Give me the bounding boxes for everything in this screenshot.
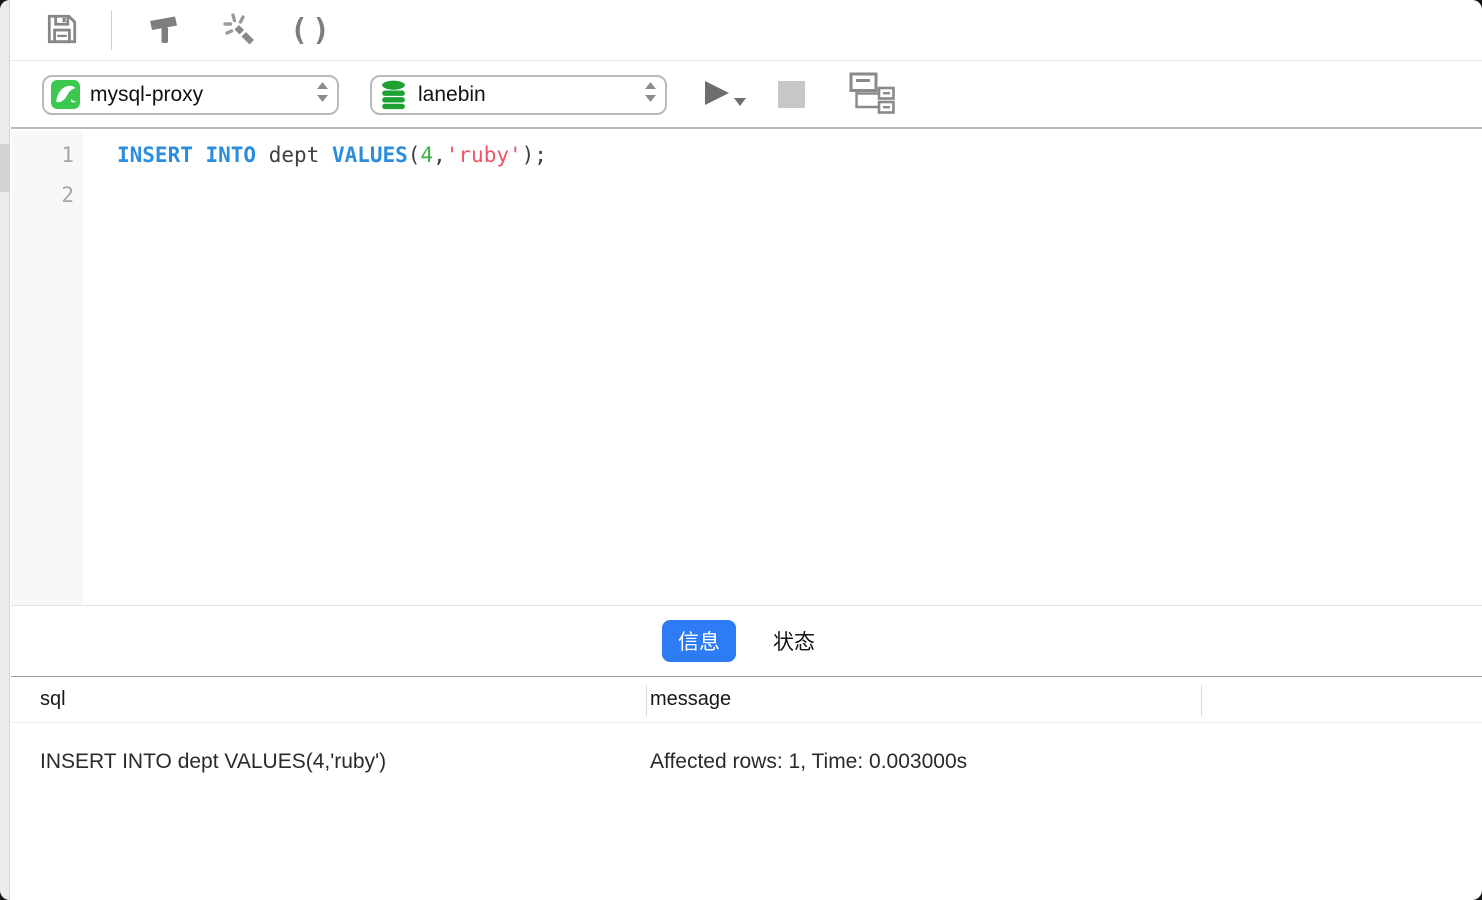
code-brackets-icon: () [290, 12, 335, 48]
format-sql-button[interactable] [146, 11, 182, 50]
cell-sql: INSERT INTO dept VALUES(4,'ruby') [40, 750, 387, 773]
line-number-gutter: 1 2 [11, 131, 83, 605]
left-splitter[interactable] [0, 0, 10, 900]
splitter-handle[interactable] [0, 144, 10, 192]
code-line-1: INSERT INTO dept VALUES(4,'ruby'); [117, 135, 1482, 175]
sql-keyword: VALUES [331, 143, 408, 167]
line-number: 1 [61, 143, 74, 167]
connection-select[interactable]: mysql-proxy [42, 74, 339, 115]
main-toolbar: () [11, 0, 1482, 61]
toolbar-divider [111, 10, 112, 50]
app-window: () mysql-proxy lanebin 1 2 INSERT INTO d… [0, 0, 1482, 900]
sql-punct: ); [521, 143, 547, 167]
sql-punct: ( [407, 143, 421, 167]
database-cylinder-icon [379, 80, 408, 110]
sql-string: 'ruby' [445, 143, 522, 167]
tab-status[interactable]: 状态 [757, 620, 831, 662]
run-dropdown-caret-icon[interactable] [734, 94, 746, 109]
save-icon [44, 11, 80, 50]
table-row[interactable]: INSERT INTO dept VALUES(4,'ruby') Affect… [11, 724, 1482, 800]
cell-message: Affected rows: 1, Time: 0.003000s [650, 750, 968, 773]
hammer-icon [146, 11, 182, 50]
explain-plan-icon [849, 72, 895, 117]
code-area[interactable]: INSERT INTO dept VALUES(4,'ruby'); [83, 131, 1482, 605]
line-number: 2 [61, 183, 74, 207]
database-value: lanebin [418, 82, 486, 106]
column-header-sql[interactable]: sql [40, 677, 66, 722]
sql-number: 4 [420, 143, 434, 167]
column-divider[interactable] [646, 685, 647, 716]
database-select[interactable]: lanebin [370, 74, 667, 115]
magic-wand-icon [218, 10, 256, 51]
stepper-icon [316, 80, 329, 109]
sql-editor[interactable]: 1 2 INSERT INTO dept VALUES(4,'ruby'); [11, 131, 1482, 605]
sql-punct: , [433, 143, 446, 167]
stepper-icon [644, 80, 657, 109]
sql-keyword: INSERT INTO [117, 143, 257, 167]
explain-plan-button[interactable] [849, 72, 895, 117]
tab-info[interactable]: 信息 [662, 620, 736, 662]
save-button[interactable] [44, 11, 80, 50]
stop-button [778, 81, 805, 108]
mysql-icon [51, 80, 80, 109]
sql-identifier: dept [256, 143, 332, 167]
query-toolbar: mysql-proxy lanebin [11, 62, 1482, 129]
column-header-message[interactable]: message [650, 677, 731, 722]
run-button[interactable] [700, 78, 746, 111]
play-icon [700, 78, 732, 111]
result-tabbar: 信息 状态 [11, 605, 1482, 676]
connection-value: mysql-proxy [90, 82, 204, 106]
code-snippet-button[interactable]: () [290, 13, 334, 48]
beautify-button[interactable] [218, 10, 256, 51]
result-grid-header: sql message [11, 676, 1482, 723]
column-divider[interactable] [1201, 685, 1202, 716]
